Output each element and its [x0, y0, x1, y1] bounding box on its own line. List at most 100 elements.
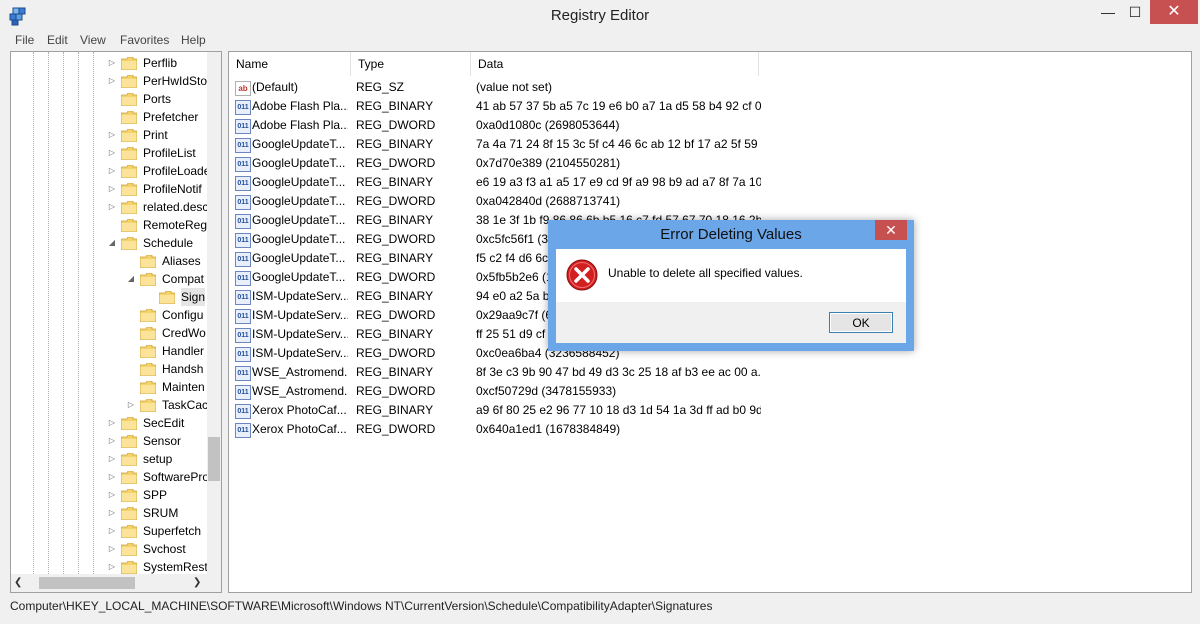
menu-favorites[interactable]: Favorites — [120, 33, 169, 47]
tree-item-label: Superfetch — [143, 524, 202, 538]
expand-toggle-icon[interactable]: ▷ — [107, 504, 117, 522]
tree-item[interactable]: ▷ SPP — [11, 486, 201, 504]
folder-icon — [121, 129, 137, 142]
tree-item[interactable]: Prefetcher — [11, 108, 201, 126]
tree-item[interactable]: ▷ ProfileList — [11, 144, 201, 162]
tree-item-label: Handler — [162, 344, 205, 358]
tree-item[interactable]: ▷ setup — [11, 450, 201, 468]
tree-item[interactable]: ▷ TaskCac — [11, 396, 208, 414]
binary-value-icon: 011 — [235, 214, 251, 229]
scroll-right-icon[interactable]: ❯ — [193, 577, 201, 588]
scroll-left-icon[interactable]: ❮ — [14, 577, 22, 588]
tree-item[interactable]: ▷ SecEdit — [11, 414, 201, 432]
tree-item[interactable]: Sign — [11, 288, 206, 306]
cell-name: GoogleUpdateT... — [252, 137, 346, 151]
cell-name: WSE_Astromend... — [252, 365, 348, 379]
expand-toggle-icon[interactable]: ▷ — [107, 72, 117, 90]
tree-item[interactable]: ◢ Compat — [11, 270, 204, 288]
expand-toggle-icon[interactable]: ▷ — [107, 180, 117, 198]
tree-item[interactable]: RemoteReg — [11, 216, 207, 234]
expand-toggle-icon[interactable]: ▷ — [126, 396, 136, 414]
tree-vscroll-thumb[interactable] — [208, 437, 220, 481]
table-row[interactable]: ab (Default) REG_SZ (value not set) — [229, 78, 1189, 97]
cell-name: GoogleUpdateT... — [252, 156, 346, 170]
menu-view[interactable]: View — [80, 33, 106, 47]
expand-toggle-icon[interactable]: ◢ — [107, 234, 117, 252]
tree-item[interactable]: ▷ Svchost — [11, 540, 201, 558]
expand-toggle-icon[interactable]: ▷ — [107, 198, 117, 216]
expand-toggle-icon[interactable]: ▷ — [107, 468, 117, 486]
cell-name: ISM-UpdateServ... — [252, 289, 348, 303]
dialog-close-button[interactable]: ✕ — [875, 220, 907, 240]
column-header-type[interactable]: Type — [351, 52, 471, 76]
tree-item[interactable]: ▷ Perflib — [11, 54, 201, 72]
menu-edit[interactable]: Edit — [47, 33, 68, 47]
expand-toggle-icon[interactable]: ▷ — [107, 162, 117, 180]
expand-toggle-icon[interactable]: ▷ — [107, 432, 117, 450]
tree-item[interactable]: ▷ related.desc — [11, 198, 208, 216]
tree-vertical-scrollbar[interactable] — [207, 52, 221, 574]
table-row[interactable]: 011 Xerox PhotoCaf... REG_DWORD 0x640a1ed1 … — [229, 420, 1189, 439]
minimize-button[interactable]: — — [1093, 0, 1123, 24]
binary-value-icon: 011 — [235, 309, 251, 324]
expand-toggle-icon[interactable]: ▷ — [107, 54, 117, 72]
binary-value-icon: 011 — [235, 366, 251, 381]
status-bar-path: Computer\HKEY_LOCAL_MACHINE\SOFTWARE\Mic… — [10, 599, 713, 613]
expand-toggle-icon[interactable]: ▷ — [107, 522, 117, 540]
cell-data: a9 6f 80 25 e2 96 77 10 18 d3 1d 54 1a 3… — [476, 403, 761, 417]
tree-item[interactable]: ▷ Sensor — [11, 432, 201, 450]
column-header-name[interactable]: Name — [229, 52, 351, 76]
table-row[interactable]: 011 WSE_Astromend... REG_DWORD 0xcf50729d (… — [229, 382, 1189, 401]
cell-name: ISM-UpdateServ... — [252, 346, 348, 360]
expand-toggle-icon[interactable]: ▷ — [107, 450, 117, 468]
tree-item[interactable]: Handler — [11, 342, 205, 360]
cell-type: REG_BINARY — [356, 289, 434, 303]
table-row[interactable]: 011 Adobe Flash Pla... REG_BINARY 41 ab 57 … — [229, 97, 1189, 116]
tree-item[interactable]: Ports — [11, 90, 201, 108]
tree-item[interactable]: ▷ Print — [11, 126, 201, 144]
menu-help[interactable]: Help — [181, 33, 206, 47]
tree-item[interactable]: ▷ SoftwarePro — [11, 468, 209, 486]
expand-toggle-icon[interactable]: ▷ — [107, 540, 117, 558]
folder-icon — [140, 363, 156, 376]
binary-value-icon: 011 — [235, 385, 251, 400]
maximize-button[interactable]: ☐ — [1120, 0, 1150, 24]
table-row[interactable]: 011 GoogleUpdateT... REG_BINARY 7a 4a 71 24… — [229, 135, 1189, 154]
close-button[interactable]: ✕ — [1150, 0, 1198, 24]
table-row[interactable]: 011 Adobe Flash Pla... REG_DWORD 0xa0d1080c… — [229, 116, 1189, 135]
registry-tree[interactable]: ▷ Perflib ▷ PerHwIdSto Ports Prefetcher ▷ Print… — [10, 51, 222, 593]
tree-item-label: SoftwarePro — [143, 470, 210, 484]
ok-button[interactable]: OK — [829, 312, 893, 333]
tree-item[interactable]: ▷ PerHwIdSto — [11, 72, 207, 90]
tree-item[interactable]: Handsh — [11, 360, 203, 378]
table-row[interactable]: 011 WSE_Astromend... REG_BINARY 8f 3e c3 9b… — [229, 363, 1189, 382]
tree-hscroll-thumb[interactable] — [39, 577, 135, 589]
tree-item[interactable]: Aliases — [11, 252, 201, 270]
expand-toggle-icon[interactable]: ▷ — [107, 486, 117, 504]
table-row[interactable]: 011 GoogleUpdateT... REG_DWORD 0xa042840d (… — [229, 192, 1189, 211]
folder-icon — [121, 219, 137, 232]
menu-file[interactable]: File — [15, 33, 34, 47]
cell-type: REG_DWORD — [356, 232, 436, 246]
tree-item[interactable]: Mainten — [11, 378, 205, 396]
window-title: Registry Editor — [550, 7, 650, 24]
tree-item[interactable]: ▷ ProfileLoade — [11, 162, 210, 180]
expand-toggle-icon[interactable]: ▷ — [107, 414, 117, 432]
tree-item[interactable]: ▷ SRUM — [11, 504, 201, 522]
tree-item[interactable]: ▷ ProfileNotif — [11, 180, 202, 198]
column-header-data[interactable]: Data — [471, 52, 759, 76]
expand-toggle-icon[interactable]: ◢ — [126, 270, 136, 288]
tree-horizontal-scrollbar[interactable]: ❮ ❯ — [11, 574, 221, 592]
tree-item[interactable]: ▷ Superfetch — [11, 522, 201, 540]
binary-value-icon: 011 — [235, 271, 251, 286]
error-x-icon — [566, 259, 598, 291]
table-row[interactable]: 011 Xerox PhotoCaf... REG_BINARY a9 6f 80 2… — [229, 401, 1189, 420]
binary-value-icon: 011 — [235, 252, 251, 267]
tree-item[interactable]: Configu — [11, 306, 203, 324]
expand-toggle-icon[interactable]: ▷ — [107, 126, 117, 144]
expand-toggle-icon[interactable]: ▷ — [107, 144, 117, 162]
table-row[interactable]: 011 GoogleUpdateT... REG_DWORD 0x7d70e389 (… — [229, 154, 1189, 173]
tree-item[interactable]: CredWo — [11, 324, 206, 342]
table-row[interactable]: 011 GoogleUpdateT... REG_BINARY e6 19 a3 f3… — [229, 173, 1189, 192]
tree-item[interactable]: ◢ Schedule — [11, 234, 201, 252]
